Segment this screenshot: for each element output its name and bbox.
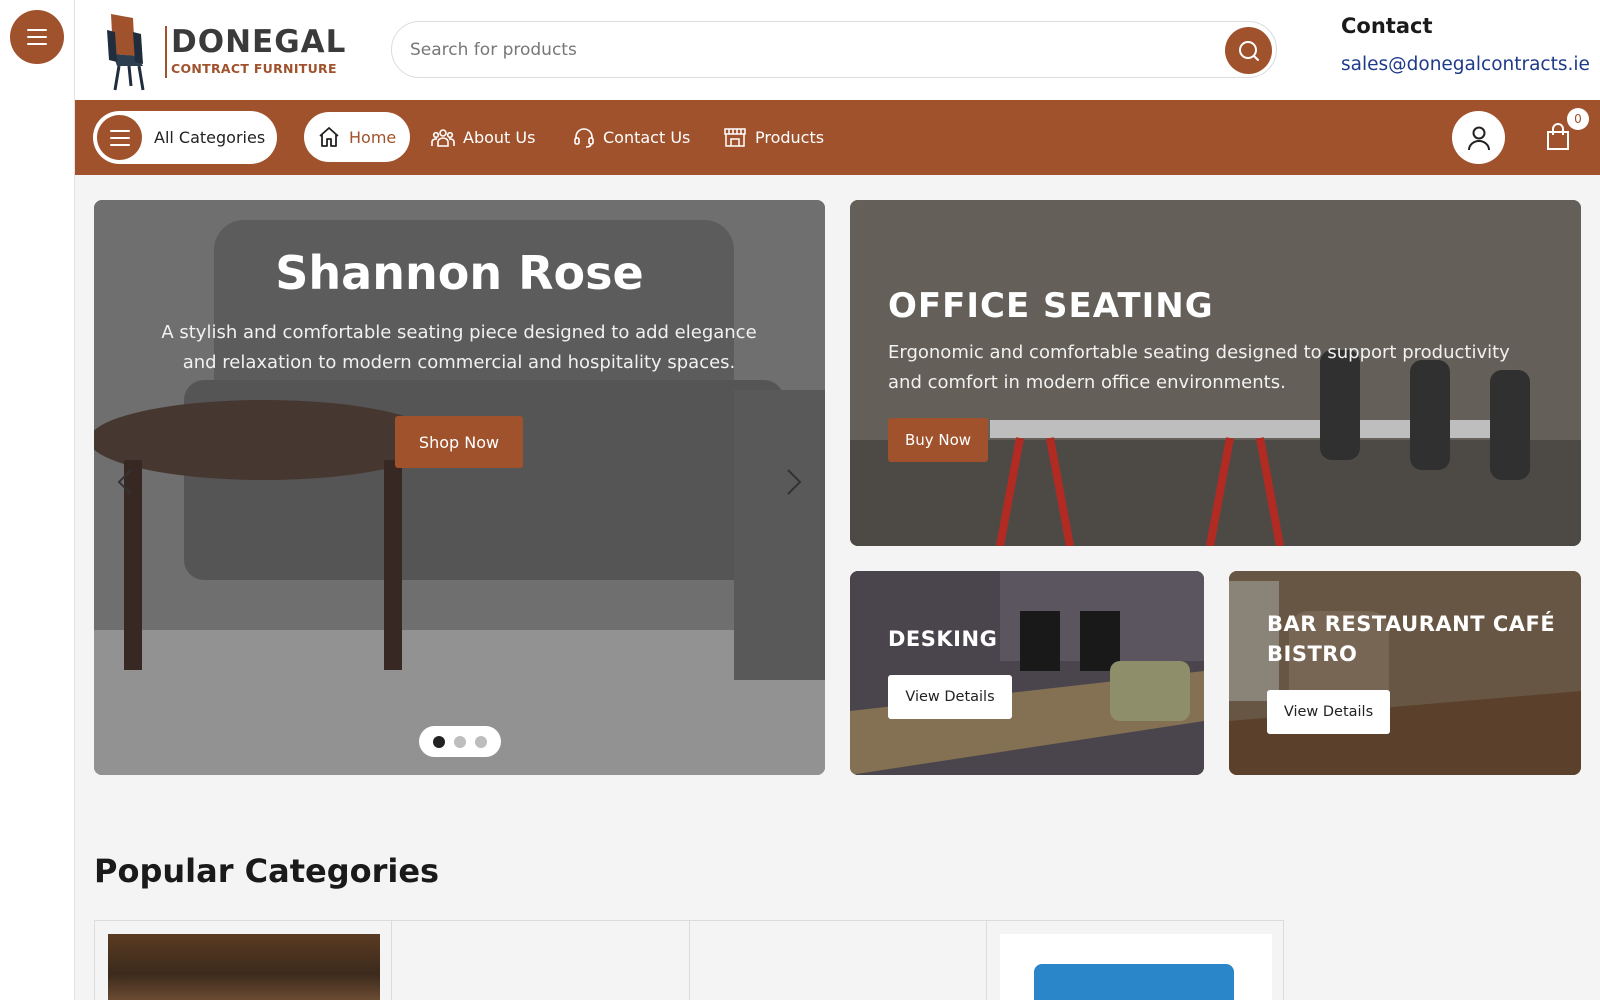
- account-button[interactable]: [1452, 111, 1505, 164]
- side-rail: [0, 0, 75, 1000]
- hero-title: Shannon Rose: [275, 246, 644, 300]
- nav-about-label: About Us: [463, 127, 536, 147]
- hero-slider: Shannon Rose A stylish and comfortable s…: [94, 200, 825, 775]
- home-icon: [317, 125, 341, 149]
- slider-dots: [419, 726, 501, 757]
- shopping-bag-icon: [1547, 123, 1569, 150]
- category-image: [999, 934, 1272, 1000]
- bar-restaurant-title: BAR RESTAURANT CAFÉ BISTRO: [1267, 612, 1556, 666]
- chevron-left-icon: [117, 469, 132, 495]
- categories-menu-icon: [97, 115, 142, 160]
- store-icon: [723, 125, 747, 149]
- logo-wordmark: DONEGAL: [171, 24, 347, 60]
- popular-categories-heading: Popular Categories: [94, 852, 440, 890]
- site-header: DONEGAL CONTRACT FURNITURE Contact sales…: [75, 0, 1600, 100]
- nav-home-label: Home: [349, 127, 397, 147]
- user-icon: [1467, 126, 1490, 150]
- nav-home[interactable]: Home: [304, 112, 410, 162]
- logo-divider: [165, 26, 167, 78]
- cart-count-badge: 0: [1567, 108, 1589, 130]
- slider-dot-1[interactable]: [433, 735, 445, 748]
- office-seating-description: Ergonomic and comfortable seating design…: [888, 342, 1510, 393]
- search-button[interactable]: [1225, 27, 1272, 74]
- users-icon: [431, 126, 455, 148]
- chair-logo-icon: [107, 14, 145, 91]
- all-categories-button[interactable]: All Categories: [93, 111, 277, 164]
- desking-view-details-button[interactable]: View Details: [888, 675, 1012, 719]
- shop-now-button[interactable]: Shop Now: [395, 416, 523, 468]
- nav-contact-label: Contact Us: [603, 127, 691, 147]
- contact-email-link[interactable]: sales@donegalcontracts.ie: [1341, 54, 1596, 75]
- desking-overlay: [850, 571, 1204, 775]
- category-card[interactable]: [987, 921, 1283, 1000]
- category-card[interactable]: [690, 921, 987, 1000]
- search-icon: [1238, 40, 1259, 61]
- desking-promo[interactable]: DESKING View Details: [850, 571, 1204, 775]
- logo[interactable]: DONEGAL CONTRACT FURNITURE: [103, 8, 345, 92]
- office-seating-title: OFFICE SEATING: [888, 286, 1214, 326]
- category-card[interactable]: [392, 921, 690, 1000]
- main-navbar: All Categories Home About Us Contact Us …: [75, 100, 1600, 175]
- slider-dot-2[interactable]: [454, 735, 466, 748]
- nav-about-us[interactable]: About Us: [431, 112, 535, 162]
- category-image: [108, 934, 380, 1000]
- nav-products[interactable]: Products: [723, 112, 824, 162]
- logo-tagline: CONTRACT FURNITURE: [171, 61, 337, 76]
- buy-now-button[interactable]: Buy Now: [888, 418, 988, 462]
- nav-contact-us[interactable]: Contact Us: [573, 112, 690, 162]
- all-categories-label: All Categories: [154, 128, 266, 147]
- bar-view-details-button[interactable]: View Details: [1267, 690, 1390, 734]
- desking-title: DESKING: [888, 627, 998, 651]
- categories-grid: [94, 920, 1284, 1000]
- chevron-right-icon: [787, 469, 802, 495]
- search-bar: [391, 21, 1277, 78]
- hero-description: A stylish and comfortable seating piece …: [161, 322, 757, 373]
- contact-info: Contact sales@donegalcontracts.ie: [1341, 14, 1596, 75]
- category-card[interactable]: [95, 921, 393, 1000]
- slider-prev-button[interactable]: [110, 462, 140, 502]
- office-seating-promo[interactable]: OFFICE SEATING Ergonomic and comfortable…: [850, 200, 1581, 546]
- contact-title: Contact: [1341, 14, 1433, 38]
- headset-icon: [573, 126, 595, 148]
- nav-products-label: Products: [755, 127, 825, 147]
- slider-next-button[interactable]: [779, 462, 809, 502]
- bar-restaurant-promo[interactable]: BAR RESTAURANT CAFÉ BISTRO View Details: [1229, 571, 1581, 775]
- hamburger-icon: [27, 29, 47, 45]
- search-input[interactable]: [410, 30, 1190, 70]
- side-menu-button[interactable]: [10, 10, 64, 64]
- bar-overlay: [1229, 571, 1581, 775]
- slider-dot-3[interactable]: [475, 735, 487, 748]
